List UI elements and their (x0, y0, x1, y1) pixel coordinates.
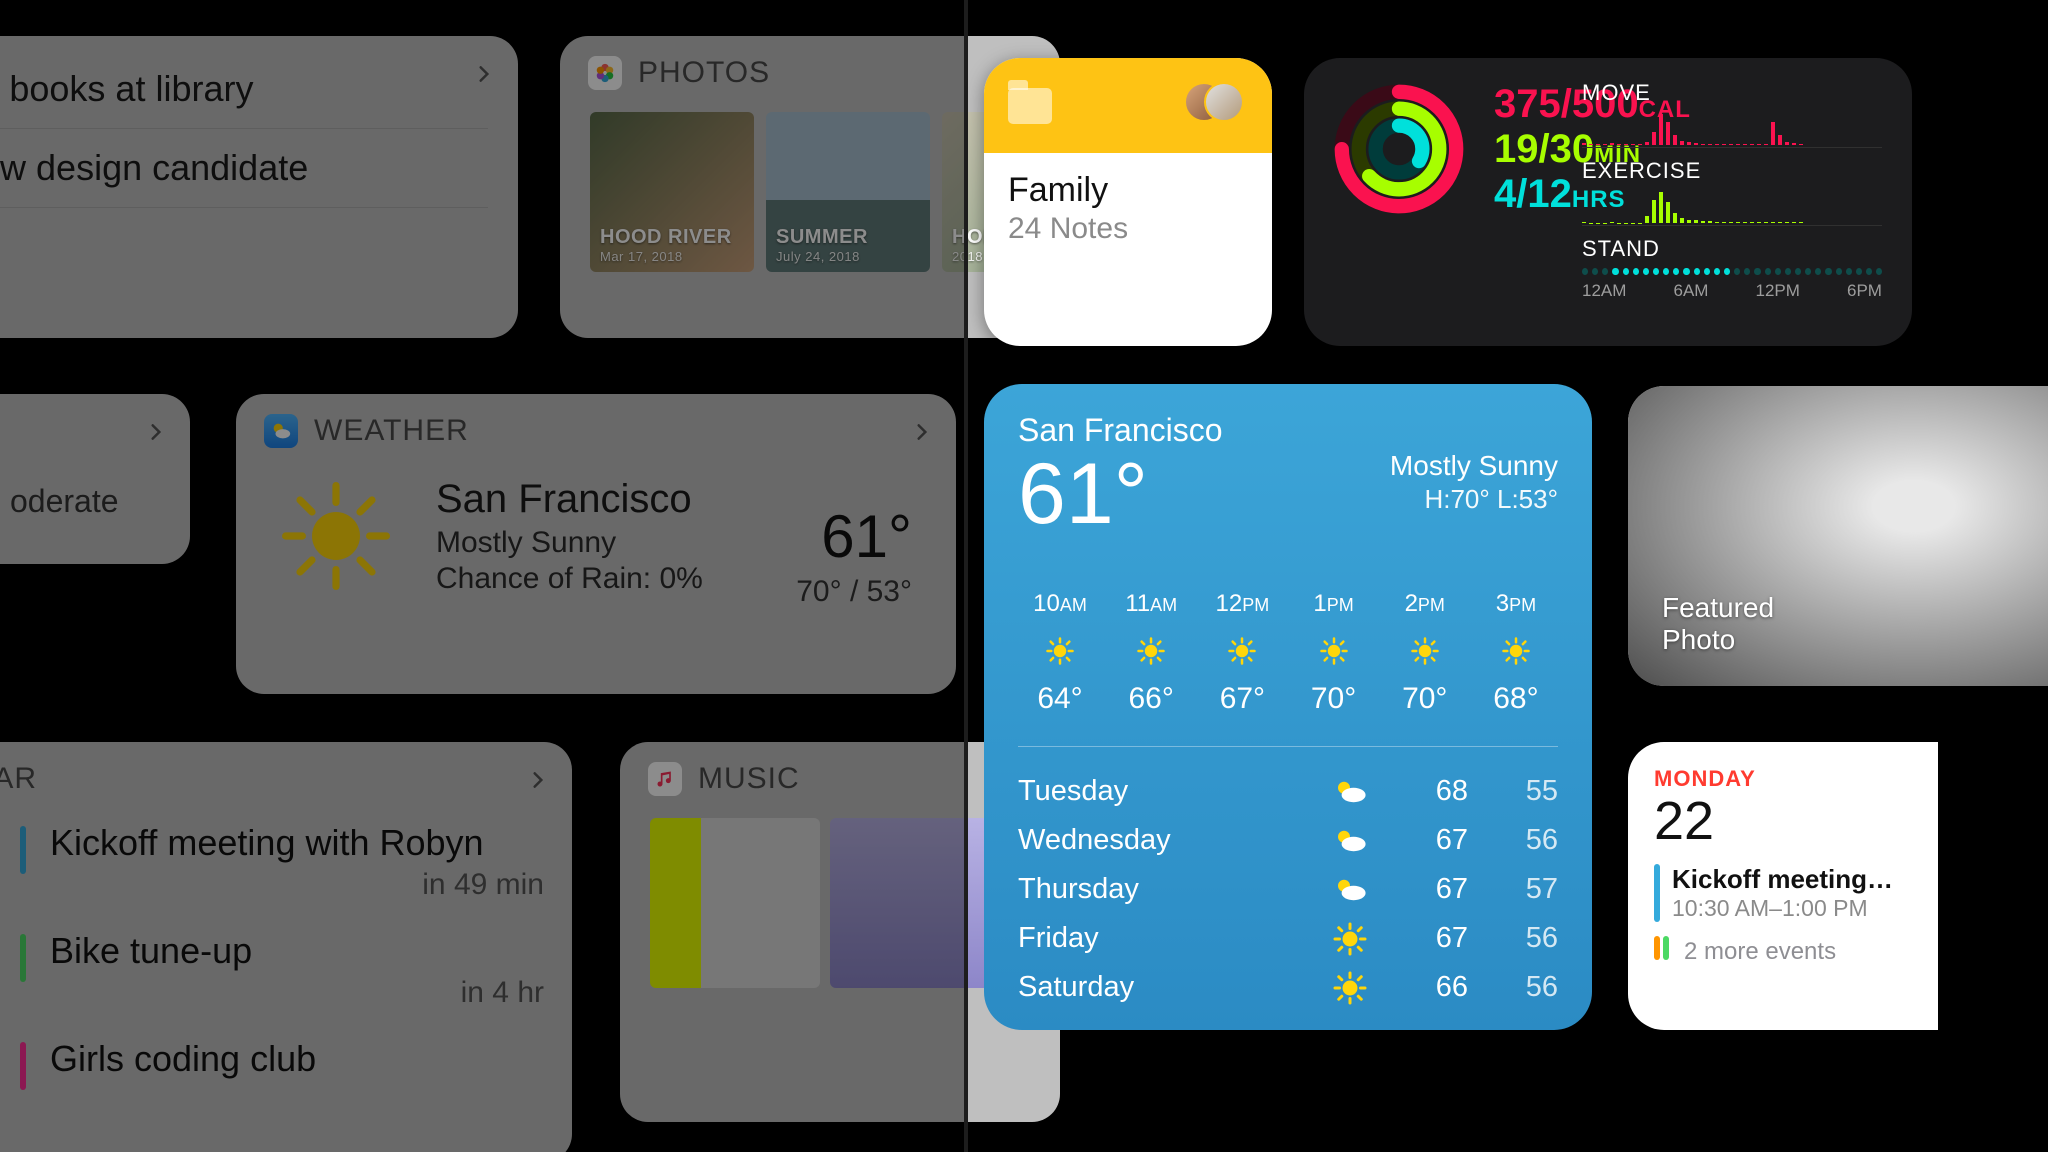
chevron-right-icon (146, 422, 166, 442)
right-panel: Family 24 Notes 375/500CAL 19/30MIN 4/12… (968, 0, 2048, 1152)
left-panel-dimmed: ff books at library ew design candidate … (0, 0, 964, 1152)
move-label: MOVE (1582, 80, 1882, 106)
hourly-forecast-cell: 12PM67° (1202, 590, 1282, 716)
activity-rings-icon (1334, 84, 1464, 214)
photos-app-icon (588, 56, 622, 90)
daily-forecast-row: Thursday6757 (1018, 865, 1558, 914)
chevron-right-icon (528, 770, 548, 790)
calendar-day-number: 22 (1654, 790, 1912, 852)
reminders-widget[interactable]: ff books at library ew design candidate (0, 36, 518, 338)
notes-widget[interactable]: Family 24 Notes (984, 58, 1272, 346)
hourly-forecast-cell: 3PM68° (1476, 590, 1556, 716)
notes-folder-title: Family (1008, 171, 1248, 210)
calendar-more-events[interactable]: 2 more events (1654, 936, 1912, 967)
weather-city: San Francisco (1018, 412, 1558, 449)
calendar-day-of-week: MONDAY (1654, 766, 1912, 792)
daily-forecast-row: Wednesday6756 (1018, 816, 1558, 865)
chevron-right-icon (474, 64, 494, 84)
event-title: Kickoff meeting… (1672, 864, 1893, 895)
calendar-widget-small[interactable]: MONDAY 22 Kickoff meeting… 10:30 AM–1:00… (1628, 742, 1938, 1030)
calendar-event[interactable]: Girls coding club (20, 1024, 544, 1098)
weather-app-icon (264, 414, 298, 448)
hourly-forecast-cell: 10AM64° (1020, 590, 1100, 716)
daily-forecast-row: Tuesday6855 (1018, 767, 1558, 816)
weather-widget-left[interactable]: WEATHER San Francisco Mostly Sunny Chanc… (236, 394, 956, 694)
photo-memory-tile[interactable]: HOOD RIVERMar 17, 2018 (590, 112, 754, 272)
daily-forecast-row: Saturday6656 (1018, 963, 1558, 1012)
event-color-chips (1654, 936, 1672, 967)
album-tile[interactable] (650, 818, 820, 988)
exercise-label: EXERCISE (1582, 158, 1882, 184)
featured-photo-label: FeaturedPhoto (1662, 592, 1774, 656)
calendar-event[interactable]: Kickoff meeting… 10:30 AM–1:00 PM (1654, 864, 1912, 922)
featured-photo-widget[interactable]: FeaturedPhoto (1628, 386, 2048, 686)
weather-high-low: H:70° L:53° (1390, 484, 1558, 515)
widget-title: WEATHER (314, 414, 469, 448)
activity-widget[interactable]: 375/500CAL 19/30MIN 4/12HRS MOVE EXERCIS… (1304, 58, 1912, 346)
reminder-item[interactable]: ff books at library (0, 50, 488, 129)
notes-count: 24 Notes (1008, 212, 1248, 246)
stand-label: STAND (1582, 236, 1882, 262)
hourly-forecast-cell: 11AM66° (1111, 590, 1191, 716)
weather-city: San Francisco (436, 477, 703, 522)
weather-condition: Mostly Sunny (1390, 450, 1558, 482)
weather-rain: Chance of Rain: 0% (436, 562, 703, 596)
partial-widget[interactable]: oderate (0, 394, 190, 564)
chevron-right-icon (912, 422, 932, 442)
sun-icon (276, 476, 396, 596)
avatar-stack (1184, 82, 1248, 130)
reminder-item[interactable]: ew design candidate (0, 129, 488, 208)
calendar-event[interactable]: Kickoff meeting with Robynin 49 min (20, 808, 544, 916)
calendar-event[interactable]: Bike tune-upin 4 hr (20, 916, 544, 1024)
hourly-forecast-cell: 1PM70° (1294, 590, 1374, 716)
photo-memory-tile[interactable]: SUMMERJuly 24, 2018 (766, 112, 930, 272)
weather-condition: Mostly Sunny (436, 526, 703, 560)
event-color-bar (1654, 864, 1660, 922)
weather-widget-large[interactable]: San Francisco 61° Mostly Sunny H:70° L:5… (984, 384, 1592, 1030)
partial-text: oderate (10, 483, 119, 520)
weather-range: 70° / 53° (796, 575, 912, 609)
event-time: 10:30 AM–1:00 PM (1672, 895, 1893, 922)
calendar-widget-left[interactable]: NDAR Kickoff meeting with Robynin 49 min… (0, 742, 572, 1152)
widget-title: MUSIC (698, 762, 800, 796)
hourly-forecast-cell: 2PM70° (1385, 590, 1465, 716)
widget-title: PHOTOS (638, 56, 770, 90)
folder-shared-icon (1008, 88, 1052, 124)
weather-temp: 61° (796, 502, 912, 571)
music-app-icon (648, 762, 682, 796)
widget-title: NDAR (0, 762, 37, 796)
stand-dots (1582, 268, 1882, 275)
daily-forecast-row: Friday6756 (1018, 914, 1558, 963)
